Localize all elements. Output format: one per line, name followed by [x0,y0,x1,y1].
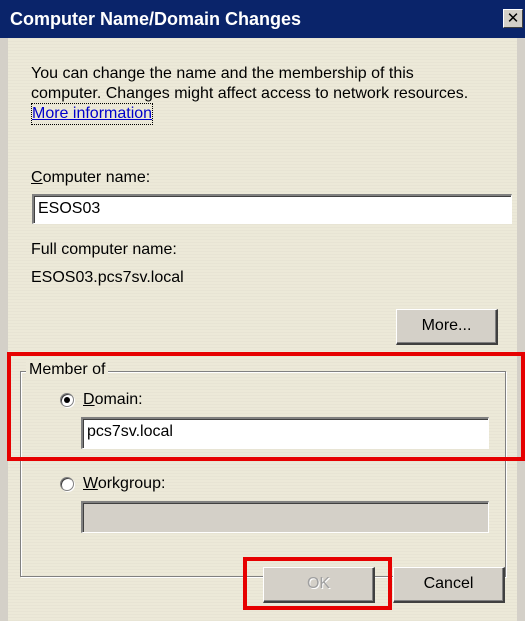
workgroup-input[interactable] [81,501,489,533]
more-button-label: More... [421,317,472,334]
workgroup-radio[interactable] [60,477,74,491]
window-title: Computer Name/Domain Changes [10,9,302,29]
domain-radio[interactable] [60,393,74,407]
computer-name-label: Computer name: [31,169,151,186]
computer-name-input[interactable]: ESOS03 [32,194,512,224]
domain-label: Domain: [83,391,143,408]
radio-selected-icon [64,397,70,403]
more-information-link[interactable]: More information [30,103,154,125]
ok-button[interactable]: OK [263,567,375,603]
title-bar: Computer Name/Domain Changes ✕ [0,0,525,38]
cancel-button[interactable]: Cancel [393,567,505,603]
domain-input[interactable]: pcs7sv.local [81,417,489,449]
workgroup-label: Workgroup: [83,475,166,492]
full-computer-name-value: ESOS03.pcs7sv.local [31,269,184,286]
close-icon: ✕ [506,9,520,27]
more-button[interactable]: More... [396,309,498,345]
dialog-body: You can change the name and the membersh… [8,38,517,621]
dialog-window: Computer Name/Domain Changes ✕ You can c… [0,0,525,621]
intro-text-line-1: You can change the name and the membersh… [31,65,414,82]
member-of-legend: Member of [26,360,109,380]
full-computer-name-label: Full computer name: [31,241,177,258]
intro-text-line-2: computer. Changes might affect access to… [31,85,469,102]
close-button[interactable]: ✕ [503,9,523,28]
